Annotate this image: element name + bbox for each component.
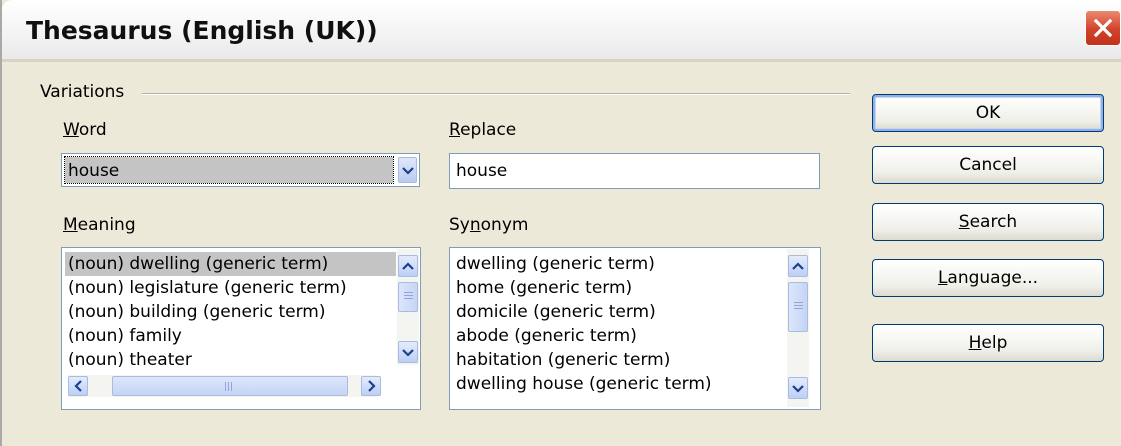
title-bar[interactable]: Thesaurus (English (UK)) bbox=[2, 0, 1121, 62]
cancel-button[interactable]: Cancel bbox=[872, 146, 1104, 184]
search-button[interactable]: Search bbox=[872, 203, 1104, 241]
synonym-scroll-down-button[interactable] bbox=[788, 377, 808, 399]
chevron-down-icon bbox=[402, 167, 414, 175]
meaning-list-item[interactable]: (noun) theater bbox=[65, 348, 396, 372]
synonym-list-item[interactable]: dwelling house (generic term) bbox=[453, 372, 796, 396]
synonym-list-item[interactable]: home (generic term) bbox=[453, 276, 796, 300]
dialog-title: Thesaurus (English (UK)) bbox=[26, 16, 378, 45]
synonym-list-item[interactable]: habitation (generic term) bbox=[453, 348, 796, 372]
meaning-scroll-right-button[interactable] bbox=[361, 376, 381, 396]
synonym-label: Synonym bbox=[449, 215, 529, 235]
synonym-list-item[interactable]: dwelling (generic term) bbox=[453, 252, 796, 276]
word-combobox-value[interactable]: house bbox=[64, 156, 394, 184]
close-icon bbox=[1093, 18, 1113, 38]
meaning-scroll-thumb[interactable] bbox=[398, 282, 418, 312]
help-button[interactable]: Help bbox=[872, 324, 1104, 362]
synonym-list-item[interactable]: abode (generic term) bbox=[453, 324, 796, 348]
meaning-list-item[interactable]: (noun) building (generic term) bbox=[65, 300, 396, 324]
meaning-listbox[interactable]: (noun) dwelling (generic term) (noun) le… bbox=[61, 247, 421, 410]
word-dropdown-button[interactable] bbox=[398, 157, 417, 183]
synonym-scroll-thumb[interactable] bbox=[788, 282, 808, 332]
meaning-scroll-left-button[interactable] bbox=[68, 376, 88, 396]
synonym-list-item[interactable]: domicile (generic term) bbox=[453, 300, 796, 324]
meaning-vertical-scrollbar[interactable] bbox=[397, 249, 419, 365]
meaning-label: Meaning bbox=[63, 215, 136, 235]
word-combobox[interactable]: house bbox=[61, 153, 420, 187]
meaning-list-item[interactable]: (noun) dwelling (generic term) bbox=[65, 252, 396, 276]
chevron-down-icon bbox=[792, 385, 804, 393]
replace-input[interactable] bbox=[449, 153, 820, 189]
chevron-left-icon bbox=[74, 380, 82, 392]
chevron-up-icon bbox=[402, 262, 414, 270]
chevron-down-icon bbox=[402, 349, 414, 357]
thesaurus-dialog: Thesaurus (English (UK)) Variations Word… bbox=[0, 0, 1121, 446]
synonym-vertical-scrollbar[interactable] bbox=[787, 249, 809, 407]
meaning-scroll-down-button[interactable] bbox=[398, 341, 418, 363]
variations-group-label: Variations bbox=[40, 82, 133, 102]
meaning-list-item[interactable]: (noun) family bbox=[65, 324, 396, 348]
synonym-listbox[interactable]: dwelling (generic term) home (generic te… bbox=[449, 247, 821, 410]
meaning-scroll-up-button[interactable] bbox=[398, 255, 418, 277]
ok-button[interactable]: OK bbox=[872, 94, 1104, 132]
group-divider bbox=[142, 93, 850, 95]
synonym-scroll-up-button[interactable] bbox=[788, 255, 808, 277]
meaning-horizontal-scrollbar[interactable] bbox=[68, 375, 381, 397]
meaning-horizontal-thumb[interactable] bbox=[112, 376, 348, 396]
replace-label: Replace bbox=[449, 120, 517, 140]
language-button[interactable]: Language... bbox=[872, 259, 1104, 297]
chevron-right-icon bbox=[368, 380, 376, 392]
meaning-list-item[interactable]: (noun) legislature (generic term) bbox=[65, 276, 396, 300]
chevron-up-icon bbox=[792, 262, 804, 270]
close-button[interactable] bbox=[1085, 10, 1121, 46]
word-label: Word bbox=[63, 120, 107, 140]
